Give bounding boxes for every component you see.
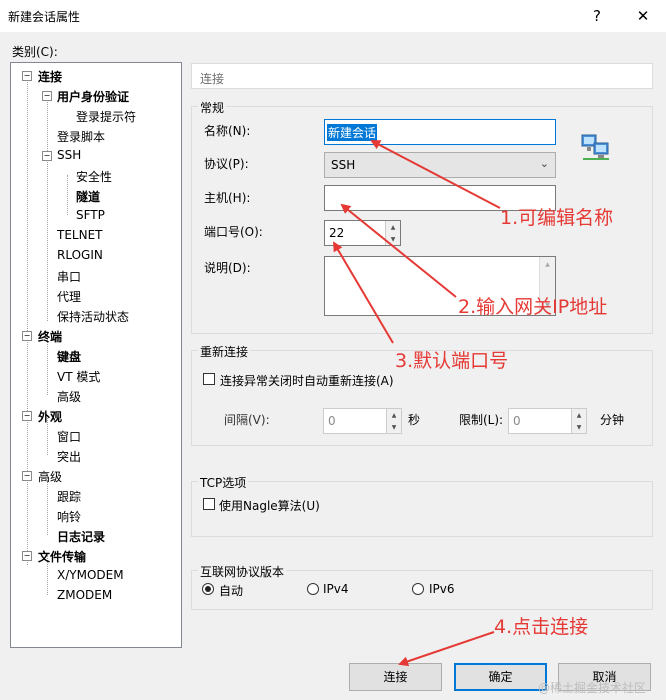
tree-item[interactable]: 代理 (57, 288, 81, 305)
tree-item[interactable]: VT 模式 (57, 368, 100, 385)
interval-input[interactable]: 0 ▲ ▼ (323, 408, 402, 434)
spin-up-icon[interactable]: ▲ (387, 409, 401, 421)
spin-down-icon[interactable]: ▼ (572, 421, 586, 433)
close-button[interactable]: ✕ (620, 0, 666, 32)
tree-item[interactable]: X/YMODEM (57, 568, 124, 582)
name-label: 名称(N): (204, 124, 251, 138)
interval-value: 0 (328, 414, 336, 428)
limit-input[interactable]: 0 ▲ ▼ (508, 408, 587, 434)
annotation-3: 3.默认端口号 (395, 350, 509, 372)
interval-label: 间隔(V): (224, 413, 270, 427)
tree-item[interactable]: 日志记录 (57, 528, 105, 545)
tree-item[interactable]: 跟踪 (57, 488, 81, 505)
tree-item[interactable]: 连接 (38, 68, 62, 85)
port-spinner[interactable]: ▲ ▼ (385, 221, 400, 245)
section-header: 连接 (191, 63, 653, 89)
radio-ipv4-label: IPv4 (323, 582, 349, 596)
spin-down-icon[interactable]: ▼ (387, 421, 401, 433)
expand-icon[interactable]: − (22, 411, 32, 421)
protocol-value: SSH (331, 158, 356, 172)
limit-label: 限制(L): (459, 413, 504, 427)
tree-item[interactable]: SSH (57, 148, 81, 162)
tree-item[interactable]: SFTP (76, 208, 105, 222)
annotation-4: 4.点击连接 (494, 616, 589, 638)
host-label: 主机(H): (204, 191, 251, 205)
radio-ipv6-label: IPv6 (429, 582, 455, 596)
tree-item[interactable]: RLOGIN (57, 248, 103, 262)
spin-down-icon[interactable]: ▼ (386, 233, 400, 245)
tree-item[interactable]: TELNET (57, 228, 103, 242)
interval-unit: 秒 (408, 413, 421, 427)
tree-item[interactable]: 高级 (38, 468, 62, 485)
tree-item[interactable]: 登录脚本 (57, 128, 105, 145)
annotation-1: 1.可编辑名称 (500, 207, 614, 229)
radio-ipv6[interactable] (412, 583, 424, 595)
protocol-label: 协议(P): (204, 157, 249, 171)
tree-item[interactable]: 安全性 (76, 168, 112, 185)
name-input-value: 新建会话 (327, 124, 378, 141)
radio-auto-label: 自动 (219, 584, 244, 598)
spin-up-icon[interactable]: ▲ (386, 221, 400, 233)
tree-item[interactable]: 突出 (57, 448, 81, 465)
expand-icon[interactable]: − (22, 471, 32, 481)
tree-item[interactable]: 高级 (57, 388, 81, 405)
tree-item[interactable]: 文件传输 (38, 548, 86, 565)
expand-icon[interactable]: − (22, 331, 32, 341)
tree-item[interactable]: 用户身份验证 (57, 88, 129, 105)
tree-item[interactable]: 终端 (38, 328, 62, 345)
chevron-down-icon: ⌄ (539, 157, 549, 170)
nagle-label: 使用Nagle算法(U) (219, 499, 320, 513)
tree-item[interactable]: 响铃 (57, 508, 81, 525)
connect-button[interactable]: 连接 (349, 663, 442, 691)
scroll-up-icon[interactable]: ▲ (540, 261, 555, 268)
interval-spinner[interactable]: ▲ ▼ (386, 409, 401, 433)
tree-item[interactable]: 窗口 (57, 428, 81, 445)
name-input[interactable]: 新建会话 (324, 119, 556, 145)
tree-item[interactable]: 保持活动状态 (57, 308, 129, 325)
tree-item[interactable]: 键盘 (57, 348, 81, 365)
radio-auto[interactable] (202, 583, 214, 595)
expand-icon[interactable]: − (42, 91, 52, 101)
tree-item[interactable]: ZMODEM (57, 588, 112, 602)
limit-spinner[interactable]: ▲ ▼ (571, 409, 586, 433)
nagle-checkbox[interactable] (203, 498, 215, 510)
watermark: @稀土掘金技术社区 (538, 681, 647, 695)
category-tree[interactable]: − − − − − − − 连接 用户身份验证 登录提示符 登录脚本 SSH 安… (10, 62, 182, 648)
tree-item[interactable]: 隧道 (76, 188, 100, 205)
network-computers-icon (579, 129, 613, 163)
expand-icon[interactable]: − (22, 71, 32, 81)
radio-ipv4[interactable] (307, 583, 319, 595)
ip-version-group-title: 互联网协议版本 (198, 563, 287, 580)
port-input[interactable]: 22 ▲ ▼ (324, 220, 401, 246)
description-label: 说明(D): (204, 261, 251, 275)
spin-up-icon[interactable]: ▲ (572, 409, 586, 421)
general-group-title: 常规 (198, 99, 227, 116)
limit-unit: 分钟 (600, 413, 625, 427)
port-label: 端口号(O): (204, 225, 263, 239)
tree-item[interactable]: 外观 (38, 408, 62, 425)
help-button[interactable]: ? (574, 0, 620, 32)
category-label: 类别(C): (12, 45, 58, 59)
tcp-group-title: TCP选项 (198, 474, 249, 491)
auto-reconnect-checkbox[interactable] (203, 373, 215, 385)
tree-item[interactable]: 串口 (57, 268, 81, 285)
tree-item[interactable]: 登录提示符 (76, 108, 136, 125)
expand-icon[interactable]: − (22, 551, 32, 561)
reconnect-group-title: 重新连接 (198, 343, 251, 360)
annotation-2: 2.输入网关IP地址 (458, 296, 608, 318)
window-title: 新建会话属性 (8, 10, 81, 24)
auto-reconnect-label: 连接异常关闭时自动重新连接(A) (220, 374, 394, 388)
limit-value: 0 (513, 414, 521, 428)
port-value: 22 (329, 226, 345, 240)
ok-button[interactable]: 确定 (454, 663, 547, 691)
expand-icon[interactable]: − (42, 151, 52, 161)
protocol-select[interactable]: SSH ⌄ (324, 152, 556, 178)
title-bar: 新建会话属性 ? ✕ (0, 0, 666, 32)
